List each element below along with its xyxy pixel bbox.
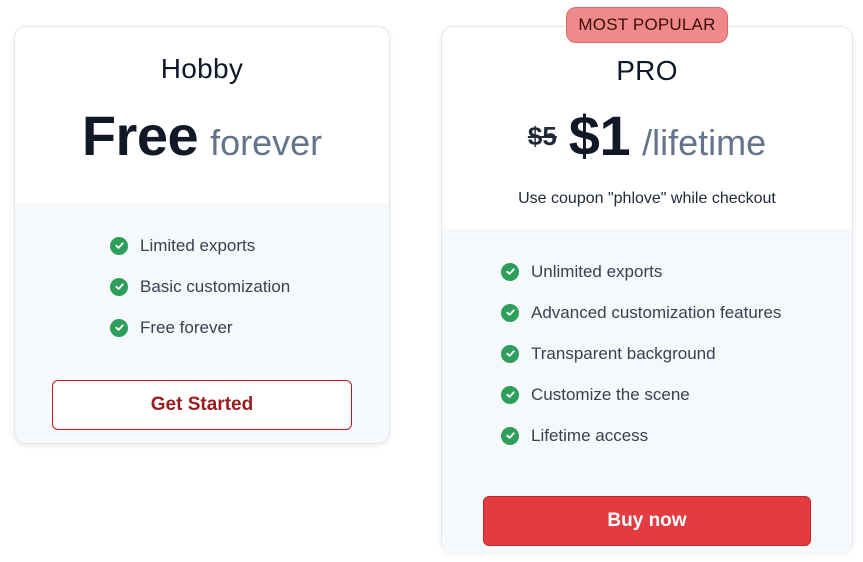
feature-label: Advanced customization features (531, 302, 782, 322)
check-circle-icon (501, 262, 519, 281)
buy-now-button[interactable]: Buy now (483, 496, 811, 546)
get-started-button[interactable]: Get Started (52, 380, 352, 430)
hobby-features-section: Limited exports Basic customization Free… (15, 203, 389, 443)
feature-item: Free forever (110, 307, 389, 348)
most-popular-badge: MOST POPULAR (566, 7, 728, 43)
feature-label: Basic customization (140, 276, 291, 296)
check-circle-icon (501, 385, 519, 404)
feature-item: Limited exports (110, 225, 389, 266)
check-circle-icon (501, 344, 519, 363)
feature-label: Unlimited exports (531, 261, 663, 281)
coupon-note: Use coupon "phlove" while checkout (518, 190, 776, 207)
feature-label: Lifetime access (531, 425, 649, 445)
pro-plan-card: MOST POPULAR PRO $5 $1 /lifetime Use cou… (441, 7, 853, 553)
pro-price-suffix: /lifetime (642, 122, 767, 163)
feature-label: Free forever (140, 317, 233, 337)
check-circle-icon (110, 277, 128, 296)
pro-price: $1 (568, 104, 631, 167)
pro-old-price: $5 (527, 121, 557, 151)
hobby-plan-title: Hobby (160, 53, 244, 84)
hobby-price-row: Free forever (15, 103, 389, 168)
check-circle-icon (501, 303, 519, 322)
feature-item: Transparent background (501, 333, 852, 374)
hobby-price: Free (81, 104, 199, 167)
feature-item: Lifetime access (501, 415, 852, 456)
hobby-feature-list: Limited exports Basic customization Free… (15, 225, 389, 348)
feature-label: Transparent background (531, 343, 716, 363)
hobby-plan-card: Hobby Free forever Limited exports Basic… (14, 26, 390, 444)
feature-item: Advanced customization features (501, 292, 852, 333)
feature-label: Customize the scene (531, 384, 690, 404)
pro-features-section: Unlimited exports Advanced customization… (442, 229, 852, 553)
check-circle-icon (501, 426, 519, 445)
hobby-price-suffix: forever (210, 122, 323, 163)
pro-price-row: $5 $1 /lifetime (442, 103, 852, 168)
feature-label: Limited exports (140, 235, 256, 255)
feature-item: Customize the scene (501, 374, 852, 415)
pro-plan-header: PRO $5 $1 /lifetime Use coupon "phlove" … (442, 27, 852, 229)
feature-item: Unlimited exports (501, 251, 852, 292)
check-circle-icon (110, 318, 128, 337)
hobby-plan-header: Hobby Free forever (15, 27, 389, 203)
pro-feature-list: Unlimited exports Advanced customization… (442, 251, 852, 456)
check-circle-icon (110, 236, 128, 255)
feature-item: Basic customization (110, 266, 389, 307)
